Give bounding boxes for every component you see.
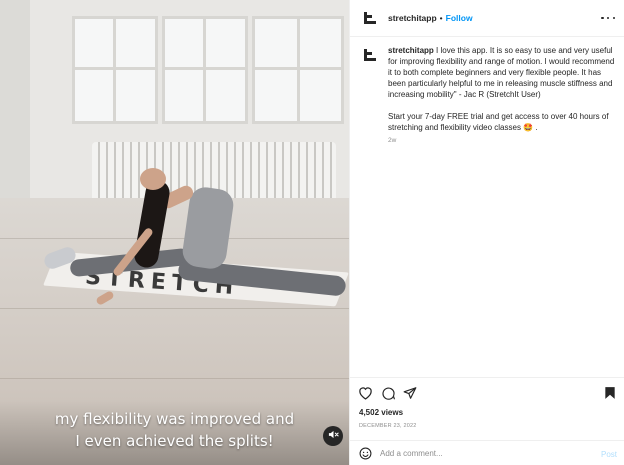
post-button[interactable]: Post bbox=[601, 450, 617, 459]
window bbox=[252, 16, 344, 124]
muted-speaker-icon bbox=[328, 427, 339, 445]
heart-icon[interactable] bbox=[358, 386, 373, 405]
view-count[interactable]: 4,502 views bbox=[359, 408, 403, 417]
window bbox=[72, 16, 158, 124]
header-separator: • bbox=[439, 13, 443, 23]
comment-timestamp[interactable]: 2w bbox=[388, 135, 620, 146]
post-header: stretchitapp • Follow bbox=[350, 0, 624, 37]
emoji-icon[interactable] bbox=[359, 447, 372, 465]
post-video[interactable]: STRETCH my flexibility was improved and … bbox=[0, 0, 349, 465]
wall-pillar bbox=[0, 0, 30, 200]
comment-body: stretchitapp I love this app. It is so e… bbox=[388, 45, 620, 146]
more-options-icon[interactable] bbox=[601, 12, 615, 24]
share-icon[interactable] bbox=[403, 386, 417, 405]
caption-comment: stretchitapp I love this app. It is so e… bbox=[362, 45, 620, 146]
caption-line: my flexibility was improved and bbox=[54, 410, 295, 428]
post-date: DECEMBER 23, 2022 bbox=[359, 423, 417, 429]
comment-text-cta: Start your 7-day FREE trial and get acce… bbox=[388, 112, 609, 132]
follow-button[interactable]: Follow bbox=[446, 13, 473, 23]
action-bar bbox=[350, 377, 624, 407]
avatar[interactable] bbox=[362, 47, 378, 63]
caption-line: I even achieved the splits! bbox=[75, 432, 274, 450]
avatar[interactable] bbox=[362, 10, 378, 26]
figure-head bbox=[140, 168, 166, 190]
mute-button[interactable] bbox=[323, 426, 343, 446]
video-caption: my flexibility was improved and I even a… bbox=[0, 408, 349, 452]
header-username[interactable]: stretchitapp bbox=[388, 13, 437, 23]
comment-username[interactable]: stretchitapp bbox=[388, 46, 434, 55]
bookmark-icon[interactable] bbox=[604, 386, 616, 405]
comment-input[interactable] bbox=[380, 446, 580, 461]
window bbox=[162, 16, 248, 124]
comment-icon[interactable] bbox=[381, 386, 396, 405]
comment-composer: Post bbox=[350, 440, 624, 465]
post-details-panel: stretchitapp • Follow stretchitapp I lov… bbox=[349, 0, 624, 465]
